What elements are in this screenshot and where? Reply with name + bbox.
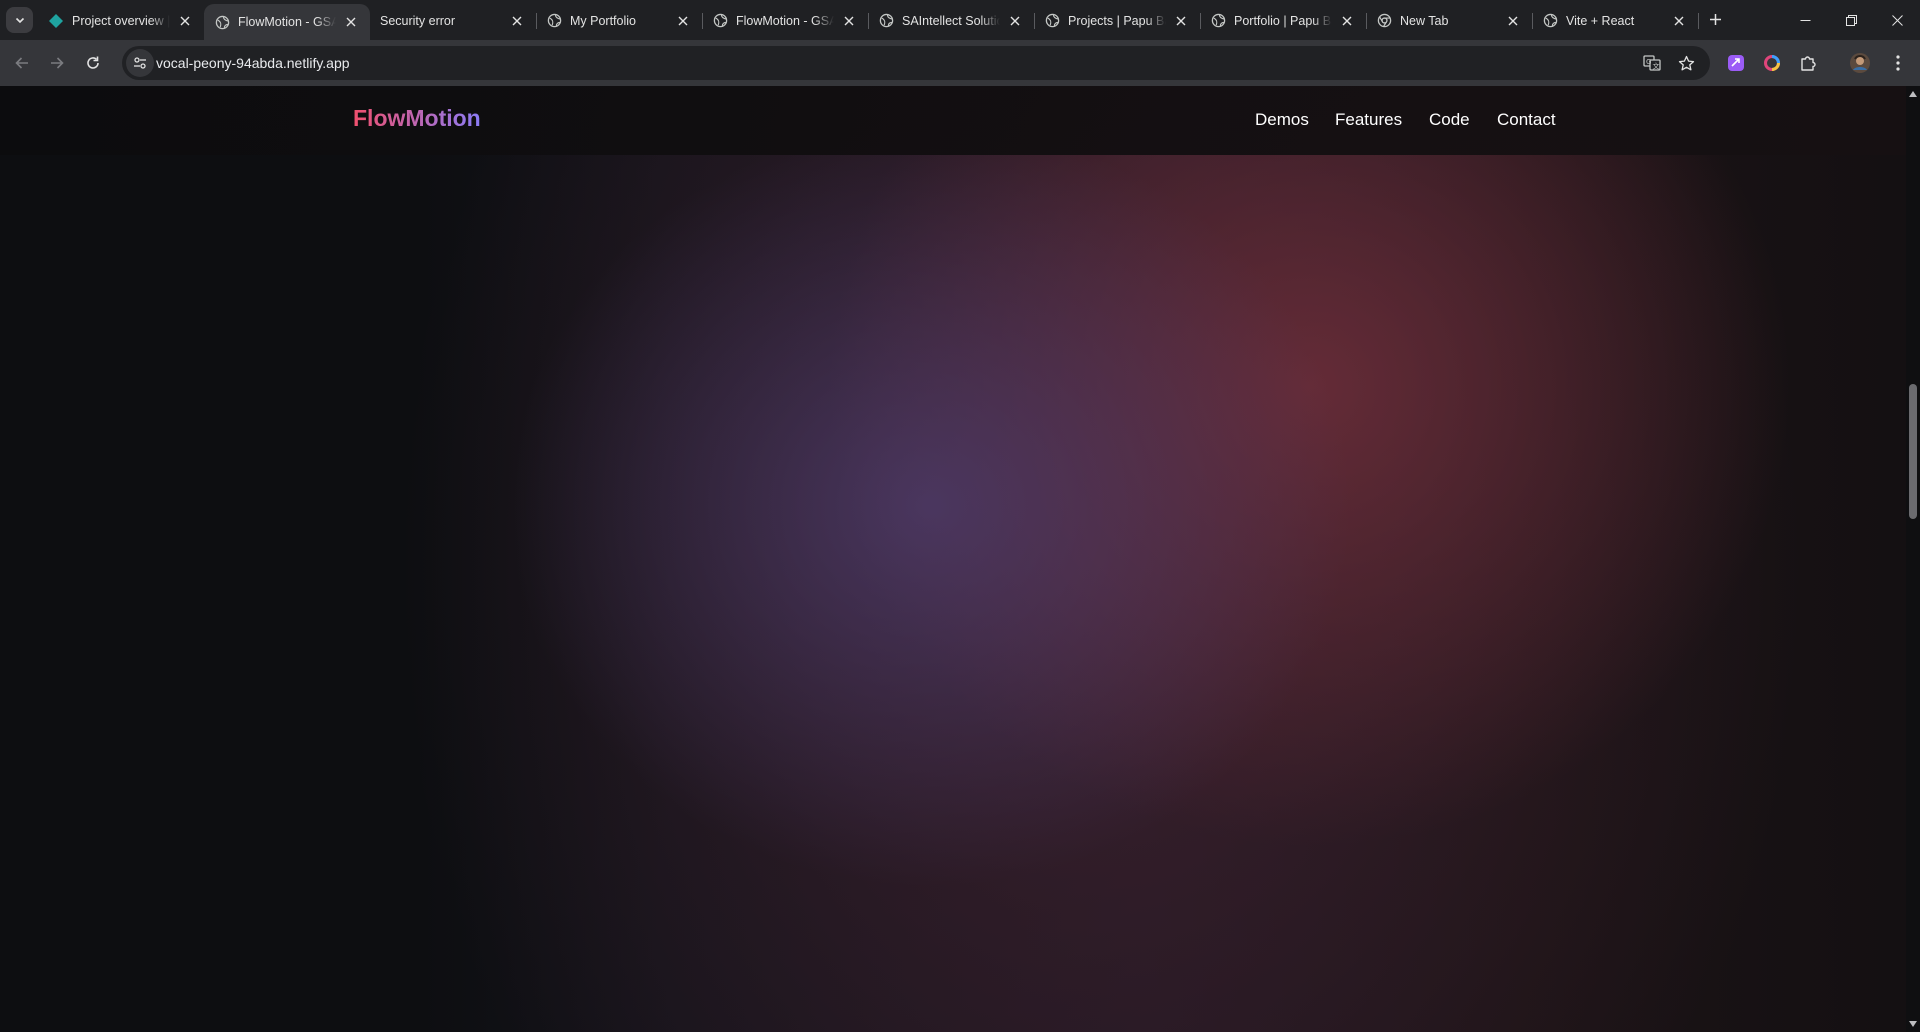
tune-icon: [134, 57, 146, 69]
tab-title: FlowMotion - GSAP: [238, 15, 336, 29]
color-ring-icon: [1764, 55, 1780, 71]
close-icon: [1891, 14, 1903, 26]
close-icon[interactable]: [1504, 12, 1522, 30]
scroll-down-arrow-icon[interactable]: [1909, 1020, 1917, 1028]
tab[interactable]: Project overview |: [38, 4, 205, 37]
extension-button[interactable]: [1721, 48, 1751, 78]
tab-title: Projects | Papu Bar: [1068, 13, 1166, 28]
tab[interactable]: New Tab: [1366, 4, 1533, 37]
profile-button[interactable]: [1845, 48, 1875, 78]
close-icon[interactable]: [674, 12, 692, 30]
globe-icon: [712, 13, 728, 29]
scrollbar-thumb[interactable]: [1909, 384, 1917, 519]
tab[interactable]: SAIntellect Solutions: [868, 4, 1035, 37]
extension-button[interactable]: [1757, 48, 1787, 78]
page-viewport: FlowMotion Demos Features Code Contact: [0, 86, 1906, 1032]
tab[interactable]: My Portfolio: [536, 4, 703, 37]
scroll-up-arrow-icon[interactable]: [1909, 90, 1917, 98]
tab-title: Security error: [380, 13, 456, 28]
address-bar[interactable]: vocal-peony-94abda.netlify.app G文: [122, 46, 1710, 80]
nav-link-features[interactable]: Features: [1335, 110, 1402, 130]
tab-search-button[interactable]: [6, 7, 33, 33]
tab[interactable]: Portfolio | Papu Bar: [1200, 4, 1367, 37]
site-logo[interactable]: FlowMotion: [353, 105, 481, 132]
tab-separator: [1698, 13, 1699, 29]
tab-title: SAIntellect Solutions: [902, 13, 1000, 28]
tab-title: Vite + React: [1566, 13, 1635, 28]
browser-toolbar: vocal-peony-94abda.netlify.app G文: [0, 40, 1920, 86]
close-icon[interactable]: [508, 12, 526, 30]
close-icon[interactable]: [1670, 12, 1688, 30]
close-icon[interactable]: [1338, 12, 1356, 30]
tab-active[interactable]: FlowMotion - GSAP: [204, 4, 370, 40]
tab-title: Portfolio | Papu Bar: [1234, 13, 1332, 28]
tab[interactable]: Security error: [370, 4, 537, 37]
browser-window: Project overview | FlowMotion - GSAP Sec…: [0, 0, 1920, 1032]
tab[interactable]: FlowMotion - GSAP: [702, 4, 869, 37]
extension-purple-icon: [1728, 55, 1744, 71]
svg-text:文: 文: [1653, 62, 1660, 71]
close-icon[interactable]: [1006, 12, 1024, 30]
reload-icon: [87, 56, 99, 69]
extensions-menu-button[interactable]: [1793, 48, 1823, 78]
globe-icon: [1044, 13, 1060, 29]
tab-title: FlowMotion - GSAP: [736, 13, 834, 28]
minimize-button[interactable]: [1782, 0, 1828, 40]
chevron-down-icon: [15, 17, 24, 24]
site-navbar: FlowMotion Demos Features Code Contact: [0, 86, 1906, 155]
minimize-icon: [1800, 19, 1810, 21]
new-tab-button[interactable]: [1704, 8, 1726, 30]
tab-strip: Project overview | FlowMotion - GSAP Sec…: [0, 0, 1920, 40]
star-icon: [1678, 55, 1694, 70]
close-icon[interactable]: [176, 12, 194, 30]
close-icon[interactable]: [1172, 12, 1190, 30]
diamond-teal-icon: [48, 13, 64, 29]
nav-link-code[interactable]: Code: [1429, 110, 1470, 130]
tab[interactable]: Vite + React: [1532, 4, 1699, 37]
back-button[interactable]: [7, 48, 37, 78]
tab-title: Project overview |: [72, 13, 170, 28]
arrow-left-icon: [15, 57, 28, 69]
globe-icon: [1210, 13, 1226, 29]
hero-gradient-background: [0, 86, 1906, 1032]
translate-icon: G文: [1643, 55, 1661, 71]
close-icon[interactable]: [840, 12, 858, 30]
plus-icon: [1709, 13, 1721, 25]
bookmark-button[interactable]: [1674, 51, 1698, 75]
chrome-icon: [1376, 13, 1392, 29]
restore-button[interactable]: [1828, 0, 1874, 40]
avatar: [1850, 53, 1870, 73]
close-window-button[interactable]: [1874, 0, 1920, 40]
globe-icon: [546, 13, 562, 29]
arrow-right-icon: [51, 57, 64, 69]
globe-icon: [878, 13, 894, 29]
close-icon[interactable]: [342, 13, 360, 31]
tab[interactable]: Projects | Papu Bar: [1034, 4, 1201, 37]
nav-link-demos[interactable]: Demos: [1255, 110, 1309, 130]
site-info-button[interactable]: [126, 49, 154, 77]
reload-button[interactable]: [78, 48, 108, 78]
tab-title: New Tab: [1400, 13, 1449, 28]
url-text[interactable]: vocal-peony-94abda.netlify.app: [156, 55, 350, 71]
globe-icon: [1542, 13, 1558, 29]
svg-text:G: G: [1646, 58, 1651, 66]
globe-icon: [214, 14, 230, 30]
tab-title: My Portfolio: [570, 13, 636, 28]
forward-button[interactable]: [42, 48, 72, 78]
restore-icon: [1845, 14, 1857, 26]
puzzle-icon: [1801, 56, 1816, 71]
nav-link-contact[interactable]: Contact: [1497, 110, 1556, 130]
translate-button[interactable]: G文: [1640, 51, 1664, 75]
page-scrollbar[interactable]: [1906, 86, 1920, 1032]
browser-menu-button[interactable]: [1883, 48, 1913, 78]
more-vert-icon: [1896, 55, 1900, 71]
